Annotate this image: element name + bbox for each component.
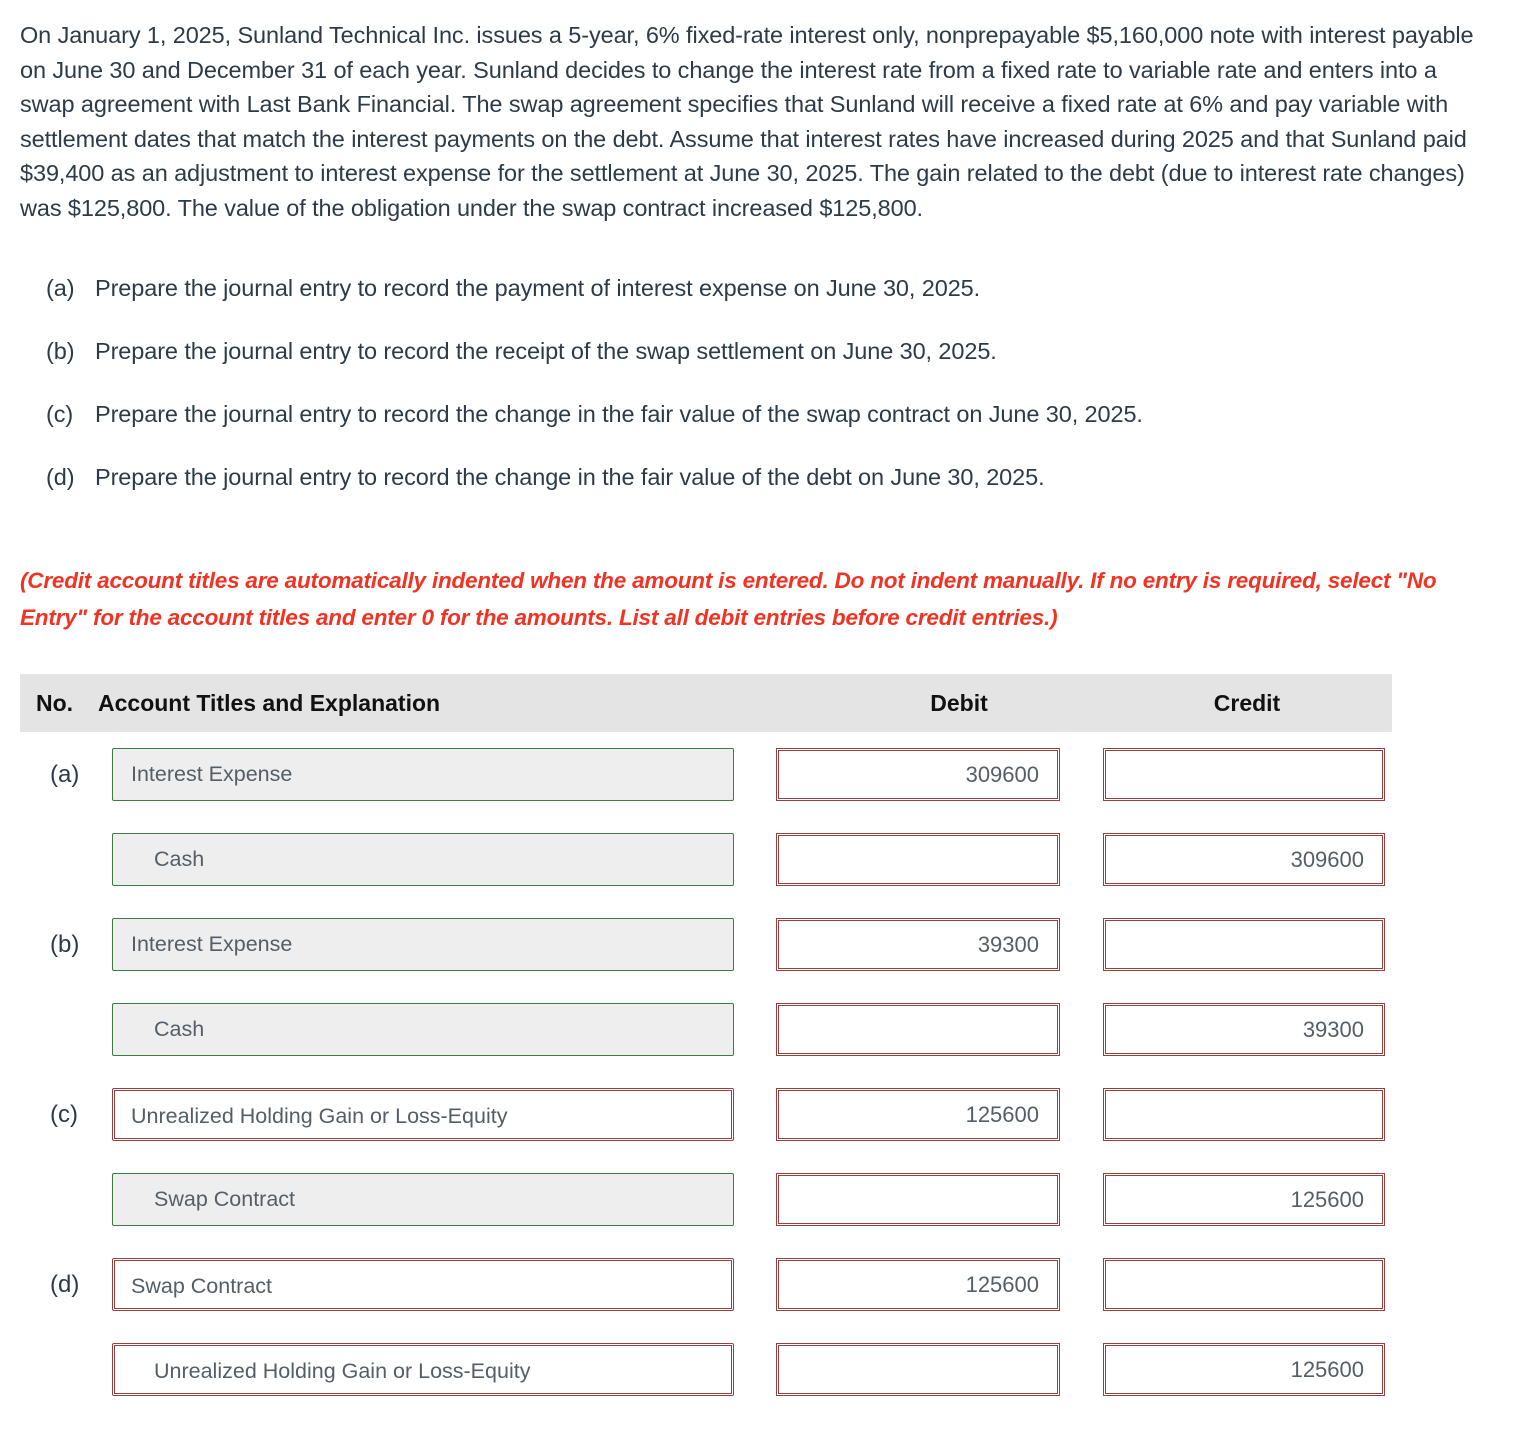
requirement-label: (b) [46,338,75,364]
debit-cell [776,1003,1060,1056]
debit-input[interactable]: 309600 [776,748,1060,801]
account-title-cell: Interest Expense [112,918,734,971]
account-title-cell: Cash [112,1003,734,1056]
account-title-select[interactable]: Unrealized Holding Gain or Loss-Equity [112,1343,734,1396]
requirement-text: Prepare the journal entry to record the … [95,401,1143,427]
debit-cell: 309600 [776,748,1060,801]
row-number-label: (c) [50,1100,78,1128]
debit-cell: 125600 [776,1088,1060,1141]
column-header-debit: Debit [930,689,988,716]
credit-input[interactable]: 125600 [1103,1173,1385,1226]
debit-input[interactable]: 125600 [776,1258,1060,1311]
table-row: (d) Swap Contract 125600 [20,1242,1392,1327]
debit-input[interactable] [776,833,1060,886]
debit-input[interactable] [776,1343,1060,1396]
credit-cell: 125600 [1103,1173,1385,1226]
credit-input[interactable] [1103,1258,1385,1311]
credit-cell: 39300 [1103,1003,1385,1056]
exercise-page: On January 1, 2025, Sunland Technical In… [0,0,1524,1432]
debit-cell: 39300 [776,918,1060,971]
credit-input[interactable]: 309600 [1103,833,1385,886]
account-title-select[interactable]: Interest Expense [112,918,734,971]
table-row: (a) Interest Expense 309600 [20,732,1392,817]
table-header-row: No. Account Titles and Explanation Debit… [20,674,1392,732]
table-row: (c) Unrealized Holding Gain or Loss-Equi… [20,1072,1392,1157]
account-title-select[interactable]: Interest Expense [112,748,734,801]
credit-cell [1103,1258,1385,1311]
requirement-item: (d) Prepare the journal entry to record … [20,462,1504,492]
credit-input[interactable]: 125600 [1103,1343,1385,1396]
requirement-text: Prepare the journal entry to record the … [95,464,1045,490]
debit-input[interactable]: 39300 [776,918,1060,971]
requirement-label: (a) [46,275,75,301]
credit-cell [1103,1088,1385,1141]
instructions-note: (Credit account titles are automatically… [20,568,1437,630]
account-title-select[interactable]: Swap Contract [112,1173,734,1226]
credit-cell: 309600 [1103,833,1385,886]
requirement-item: (c) Prepare the journal entry to record … [20,399,1504,429]
credit-cell: 125600 [1103,1343,1385,1396]
account-title-select[interactable]: Unrealized Holding Gain or Loss-Equity [112,1088,734,1141]
credit-input[interactable]: 39300 [1103,1003,1385,1056]
row-number-label: (d) [50,1270,80,1298]
account-title-select[interactable]: Swap Contract [112,1258,734,1311]
account-title-cell: Unrealized Holding Gain or Loss-Equity [112,1088,734,1141]
debit-cell: 125600 [776,1258,1060,1311]
column-header-credit: Credit [1213,689,1281,716]
account-title-cell: Unrealized Holding Gain or Loss-Equity [112,1343,734,1396]
debit-cell [776,833,1060,886]
account-title-cell: Swap Contract [112,1173,734,1226]
credit-input[interactable] [1103,1088,1385,1141]
debit-cell [776,1343,1060,1396]
requirement-label: (c) [46,401,74,427]
requirement-item: (b) Prepare the journal entry to record … [20,336,1504,366]
table-row: Cash 39300 [20,987,1392,1072]
problem-statement: On January 1, 2025, Sunland Technical In… [20,22,1474,221]
requirement-text: Prepare the journal entry to record the … [95,275,981,301]
credit-cell [1103,918,1385,971]
table-row: Unrealized Holding Gain or Loss-Equity 1… [20,1327,1392,1412]
table-row: Swap Contract 125600 [20,1157,1392,1242]
debit-cell [776,1173,1060,1226]
table-row: Cash 309600 [20,817,1392,902]
account-title-cell: Cash [112,833,734,886]
column-header-account: Account Titles and Explanation [98,689,441,716]
requirement-text: Prepare the journal entry to record the … [95,338,997,364]
account-title-cell: Swap Contract [112,1258,734,1311]
debit-input[interactable]: 125600 [776,1088,1060,1141]
column-header-no: No. [36,689,74,716]
journal-entry-table: No. Account Titles and Explanation Debit… [20,674,1392,1412]
account-title-select[interactable]: Cash [112,1003,734,1056]
requirement-label: (d) [46,464,75,490]
table-row: (b) Interest Expense 39300 [20,902,1392,987]
credit-cell [1103,748,1385,801]
account-title-select[interactable]: Cash [112,833,734,886]
row-number-label: (b) [50,930,80,958]
credit-input[interactable] [1103,918,1385,971]
requirement-item: (a) Prepare the journal entry to record … [20,273,1504,303]
debit-input[interactable] [776,1173,1060,1226]
row-number-label: (a) [50,760,80,788]
account-title-cell: Interest Expense [112,748,734,801]
credit-input[interactable] [1103,748,1385,801]
debit-input[interactable] [776,1003,1060,1056]
requirements-list: (a) Prepare the journal entry to record … [20,273,1504,492]
